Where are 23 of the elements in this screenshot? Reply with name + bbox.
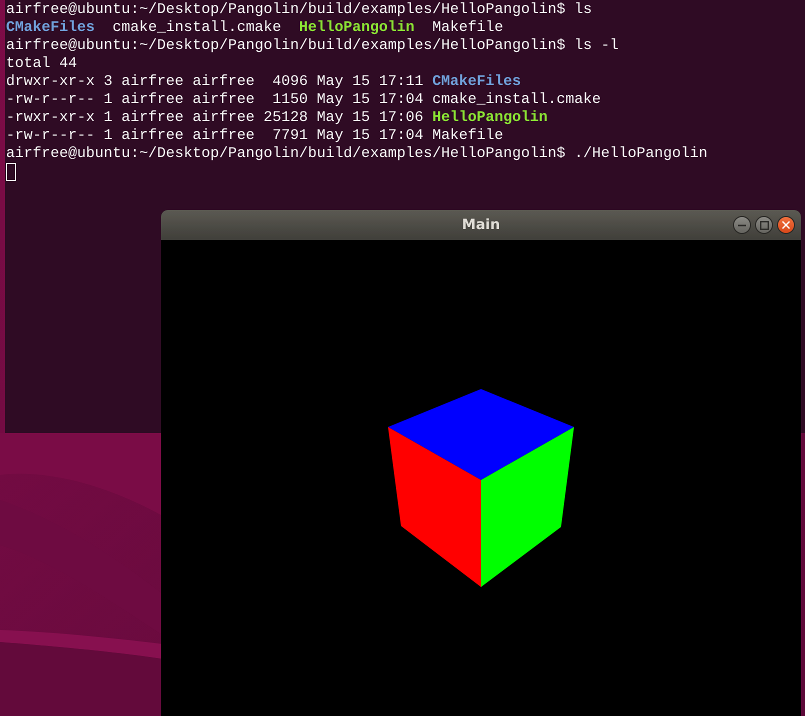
terminal-text: drwxr-xr-x 3 airfree airfree 4096 May 15 17:11 [6,73,424,91]
executable-name: HelloPangolin [432,109,548,127]
terminal-text: Makefile [432,127,504,145]
minimize-button[interactable] [733,216,751,234]
terminal-text: cmake_install.cmake [432,91,601,109]
terminal-text: Makefile [432,19,504,37]
close-button[interactable] [777,216,795,234]
directory-name: CMakeFiles [432,73,522,91]
text-cursor [6,163,16,181]
terminal-text: cmake_install.cmake [112,19,282,37]
terminal-text: -rw-r--r-- 1 airfree airfree 7791 May 15 17:04 [6,127,424,145]
terminal-text: airfree@ubuntu:~/Desktop/Pangolin/build/examples/HelloPangolin$ ./HelloPangolin [6,145,708,163]
directory-name: CMakeFiles [6,19,95,37]
terminal-text: airfree@ubuntu:~/Desktop/Pangolin/build/examples/HelloPangolin$ ls -l [6,37,619,55]
window-title: Main [462,216,500,234]
terminal-text: -rwxr-xr-x 1 airfree airfree 25128 May 15 17:06 [6,109,424,127]
terminal-text: -rw-r--r-- 1 airfree airfree 1150 May 15 17:04 [6,91,424,109]
maximize-icon [760,220,768,230]
close-icon [782,221,790,229]
maximize-button[interactable] [755,216,773,234]
executable-name: HelloPangolin [299,19,414,37]
terminal-text: total 44 [6,55,78,73]
terminal-text: airfree@ubuntu:~/Desktop/Pangolin/build/examples/HelloPangolin$ ls [6,1,592,19]
